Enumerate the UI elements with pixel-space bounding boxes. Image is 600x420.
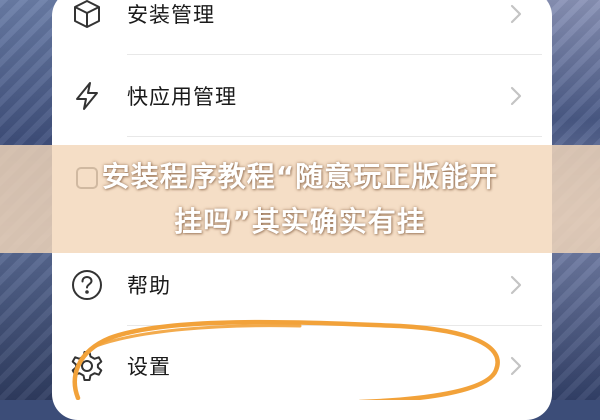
menu-item-label: 帮助 bbox=[127, 274, 171, 298]
help-icon bbox=[70, 268, 104, 302]
menu-item-label: 设置 bbox=[127, 355, 171, 379]
headline-line-1: 安装程序教程“随意玩正版能开 bbox=[101, 160, 499, 193]
menu-item-install-management[interactable]: 安装管理 bbox=[52, 0, 542, 54]
lightning-icon bbox=[70, 79, 104, 113]
menu-divider bbox=[127, 136, 542, 137]
menu-item-quick-app-management[interactable]: 快应用管理 bbox=[52, 56, 542, 136]
gear-icon bbox=[70, 349, 104, 383]
menu-divider bbox=[127, 54, 542, 55]
package-icon bbox=[70, 0, 104, 31]
menu-item-label: 安装管理 bbox=[127, 3, 215, 27]
menu-item-help[interactable]: 帮助 bbox=[52, 245, 542, 325]
headline-text: 安装程序教程“随意玩正版能开 挂吗”其实确实有挂 bbox=[0, 154, 600, 244]
chevron-right-icon bbox=[508, 84, 524, 108]
headline-line-2: 挂吗”其实确实有挂 bbox=[174, 205, 426, 238]
menu-item-label: 快应用管理 bbox=[127, 85, 237, 109]
chevron-right-icon bbox=[508, 2, 524, 26]
menu-item-settings[interactable]: 设置 bbox=[52, 326, 542, 406]
chevron-right-icon bbox=[508, 273, 524, 297]
chevron-right-icon bbox=[508, 354, 524, 378]
